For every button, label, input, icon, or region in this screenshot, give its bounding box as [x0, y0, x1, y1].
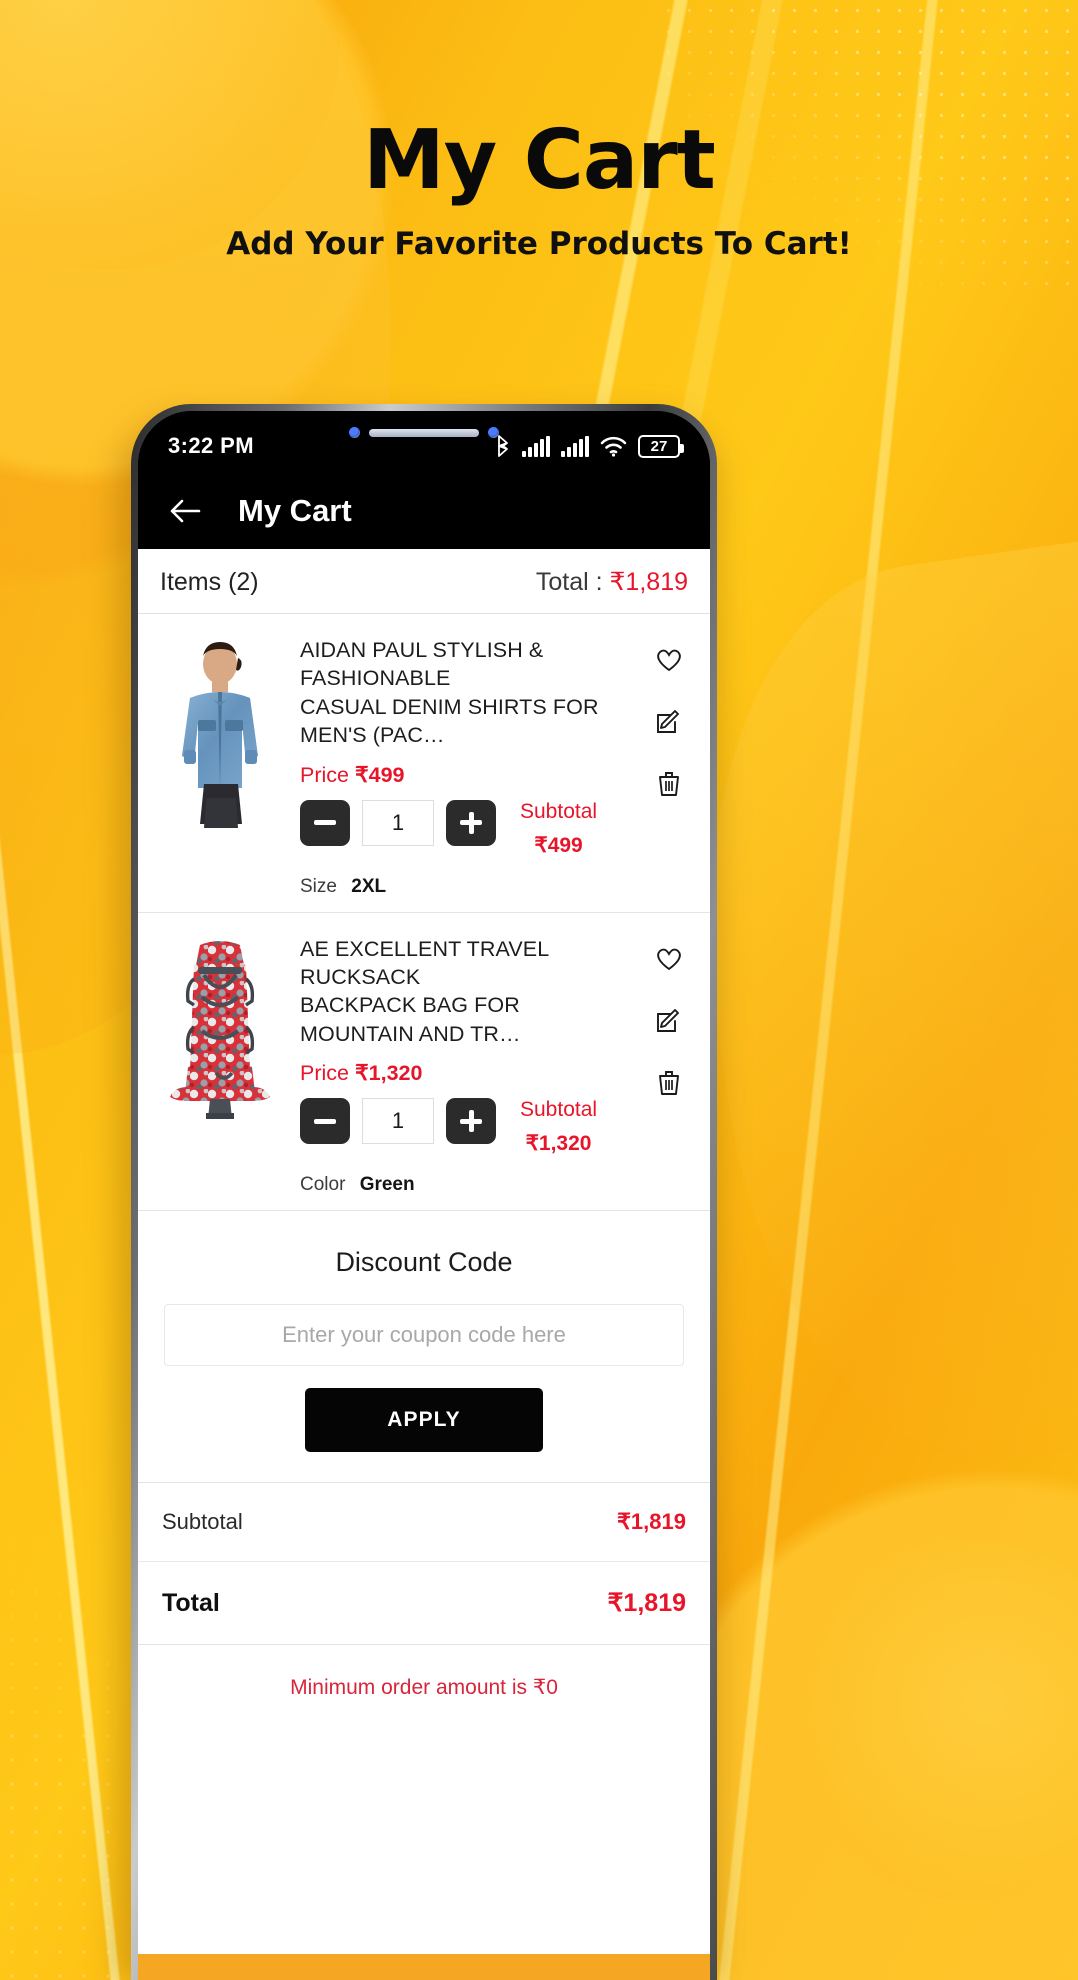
- plus-icon: [460, 1110, 482, 1132]
- discount-title: Discount Code: [335, 1247, 513, 1277]
- app-bar: My Cart: [138, 473, 710, 549]
- minus-icon: [314, 1118, 336, 1124]
- rucksack-backpack-image: [154, 926, 286, 1127]
- decrement-quantity-button[interactable]: [300, 1098, 350, 1144]
- signal-icon: [522, 435, 550, 457]
- product-details: AE EXCELLENT TRAVEL RUCKSACK BACKPACK BA…: [300, 927, 628, 1197]
- minus-icon: [314, 820, 336, 825]
- quantity-stepper: 1 Subtotal ₹499: [300, 799, 628, 858]
- denim-shirt-image: [154, 628, 286, 828]
- item-subtotal-label: Subtotal: [520, 799, 598, 823]
- item-subtotal-label: Subtotal: [520, 1098, 598, 1121]
- notch-pill-area: [349, 427, 499, 438]
- edit-icon[interactable]: [654, 1005, 684, 1035]
- increment-quantity-button[interactable]: [446, 1098, 496, 1144]
- phone-screen: 3:22 PM 27 My Cart Items (2) Total: ₹1,…: [138, 411, 710, 1980]
- subtotal-label: Subtotal: [162, 1509, 243, 1534]
- cart-summary-bar: Items (2) Total : ₹1,819: [138, 549, 710, 614]
- items-count-label: Items (2): [160, 567, 259, 596]
- product-thumbnail[interactable]: [154, 926, 286, 1127]
- attribute-label: Color: [300, 1174, 346, 1195]
- attribute-value: 2XL: [351, 875, 387, 897]
- trash-icon[interactable]: [654, 1067, 684, 1097]
- phone-frame: 3:22 PM 27 My Cart Items (2) Total: ₹1,…: [131, 404, 717, 1980]
- product-title: AIDAN PAUL STYLISH & FASHIONABLE CASUAL …: [300, 638, 599, 748]
- total-amount: ₹1,819: [609, 568, 688, 596]
- quantity-input[interactable]: 1: [362, 1098, 434, 1144]
- trash-icon[interactable]: [654, 768, 684, 798]
- status-bar: 3:22 PM 27: [138, 411, 710, 473]
- battery-percent: 27: [650, 437, 668, 455]
- checkout-bar[interactable]: [138, 1954, 710, 1980]
- apply-coupon-button[interactable]: APPLY: [305, 1388, 543, 1452]
- price-value: ₹499: [354, 762, 405, 787]
- heart-icon[interactable]: [654, 644, 684, 674]
- product-price: Price ₹1,320: [300, 1061, 628, 1086]
- price-label: Price: [300, 762, 349, 787]
- product-attribute: Size 2XL: [300, 876, 628, 898]
- discount-section: Discount Code APPLY: [138, 1211, 710, 1483]
- battery-icon: 27: [638, 434, 684, 458]
- price-value: ₹1,320: [354, 1061, 423, 1085]
- cart-item-row[interactable]: AIDAN PAUL STYLISH & FASHIONABLE CASUAL …: [138, 614, 710, 913]
- cart-total-label: Total : ₹1,819: [536, 567, 688, 597]
- promo-banner-stage: My Cart Add Your Favorite Products To Ca…: [0, 0, 1078, 1980]
- item-subtotal-value: ₹1,320: [525, 1132, 592, 1155]
- minimum-order-notice: Minimum order amount is ₹0: [290, 1676, 558, 1699]
- coupon-input[interactable]: [164, 1304, 684, 1366]
- decrement-quantity-button[interactable]: [300, 799, 350, 846]
- status-icons: 27: [495, 434, 684, 458]
- banner-text-block: My Cart Add Your Favorite Products To Ca…: [0, 113, 1078, 263]
- product-price: Price ₹499: [300, 763, 628, 788]
- banner-title: My Cart: [363, 113, 716, 208]
- increment-quantity-button[interactable]: [446, 799, 496, 846]
- item-subtotal-value: ₹499: [534, 833, 583, 857]
- quantity-stepper: 1 Subtotal ₹1,320: [300, 1098, 628, 1156]
- item-action-column: [642, 927, 696, 1197]
- product-thumbnail[interactable]: [154, 628, 286, 828]
- signal-icon: [561, 435, 589, 457]
- grand-total-label: Total: [162, 1588, 220, 1617]
- page-title: My Cart: [238, 493, 352, 528]
- plus-icon: [460, 811, 482, 834]
- total-prefix: Total :: [535, 568, 610, 596]
- banner-subtitle: Add Your Favorite Products To Cart!: [226, 226, 852, 262]
- subtotal-row: Subtotal ₹1,819: [138, 1483, 710, 1562]
- heart-icon[interactable]: [654, 943, 684, 973]
- grand-total-value: ₹1,819: [607, 1589, 686, 1617]
- arrow-left-icon[interactable]: [168, 496, 202, 526]
- attribute-label: Size: [300, 875, 337, 897]
- cart-screen: Items (2) Total : ₹1,819 AIDAN PAUL STYL…: [138, 549, 710, 1980]
- grand-total-row: Total ₹1,819: [138, 1562, 710, 1645]
- product-details: AIDAN PAUL STYLISH & FASHIONABLE CASUAL …: [300, 628, 628, 898]
- item-action-column: [642, 628, 696, 898]
- item-subtotal: Subtotal ₹499: [520, 800, 597, 858]
- subtotal-value: ₹1,819: [616, 1509, 686, 1534]
- price-label: Price: [300, 1061, 349, 1085]
- camera-dot-left-icon: [349, 427, 360, 438]
- cart-item-row[interactable]: AE EXCELLENT TRAVEL RUCKSACK BACKPACK BA…: [138, 913, 710, 1211]
- quantity-input[interactable]: 1: [362, 799, 434, 846]
- wifi-icon: [600, 436, 627, 457]
- edit-icon[interactable]: [654, 706, 684, 736]
- camera-dot-right-icon: [488, 427, 499, 438]
- attribute-value: Green: [359, 1174, 415, 1195]
- product-attribute: Color Green: [300, 1174, 628, 1196]
- item-subtotal: Subtotal ₹1,320: [520, 1098, 597, 1156]
- product-title: AE EXCELLENT TRAVEL RUCKSACK BACKPACK BA…: [300, 936, 549, 1046]
- status-clock: 3:22 PM: [168, 433, 254, 458]
- speaker-grille: [369, 428, 479, 437]
